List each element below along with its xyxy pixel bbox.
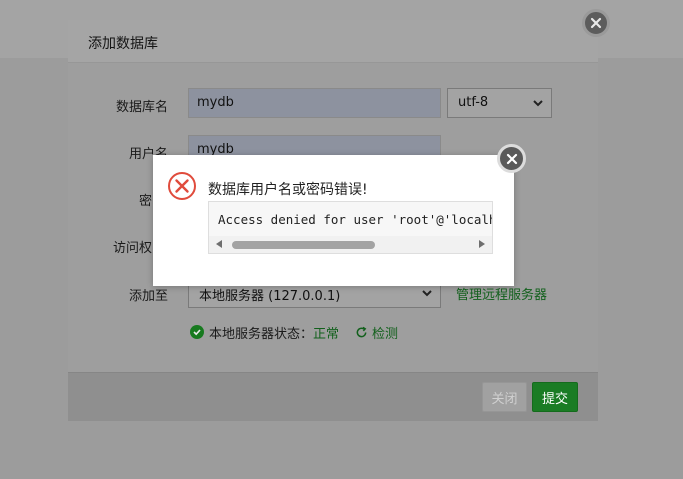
server-status-row: 本地服务器状态： 正常 检测 [190,323,398,342]
error-circle-icon [168,172,196,200]
close-button[interactable]: 关闭 [482,382,527,412]
check-link[interactable]: 检测 [355,323,398,342]
dialog-close-button[interactable] [582,9,610,37]
refresh-icon [356,326,367,337]
db-name-label: 数据库名 [115,100,168,115]
dialog-title: 添加数据库 [88,36,158,52]
status-label: 本地服务器状态： [209,326,314,342]
db-name-input[interactable]: mydb [188,88,441,118]
submit-button[interactable]: 提交 [532,382,578,412]
scroll-left-arrow[interactable] [216,240,222,248]
error-message: 数据库用户名或密码错误! [208,182,368,198]
check-link-label: 检测 [372,326,399,342]
check-circle-icon [190,325,204,339]
access-label: 访问权 [112,241,152,256]
charset-value: utf-8 [458,95,489,110]
password-label: 密 [138,194,152,209]
popup-close-button[interactable] [497,144,526,173]
dialog-header: 添加数据库 [68,20,598,63]
error-detail-text: Access denied for user 'root'@'localhost… [218,212,492,227]
chevron-down-icon [533,100,543,107]
manage-remote-server-link[interactable]: 管理远程服务器 [456,284,547,303]
chevron-down-icon [422,290,432,297]
status-value: 正常 [313,326,340,342]
error-popup: 数据库用户名或密码错误! Access denied for user 'roo… [153,155,514,286]
error-detail-box: Access denied for user 'root'@'localhost… [208,201,493,254]
scroll-right-arrow[interactable] [479,240,485,248]
horizontal-scrollbar[interactable] [209,236,492,253]
close-icon [590,17,602,29]
add-to-label: 添加至 [128,289,168,304]
charset-select[interactable]: utf-8 [447,88,552,118]
scroll-thumb[interactable] [232,241,375,249]
server-value: 本地服务器 (127.0.0.1) [199,289,341,304]
close-icon [506,153,517,164]
